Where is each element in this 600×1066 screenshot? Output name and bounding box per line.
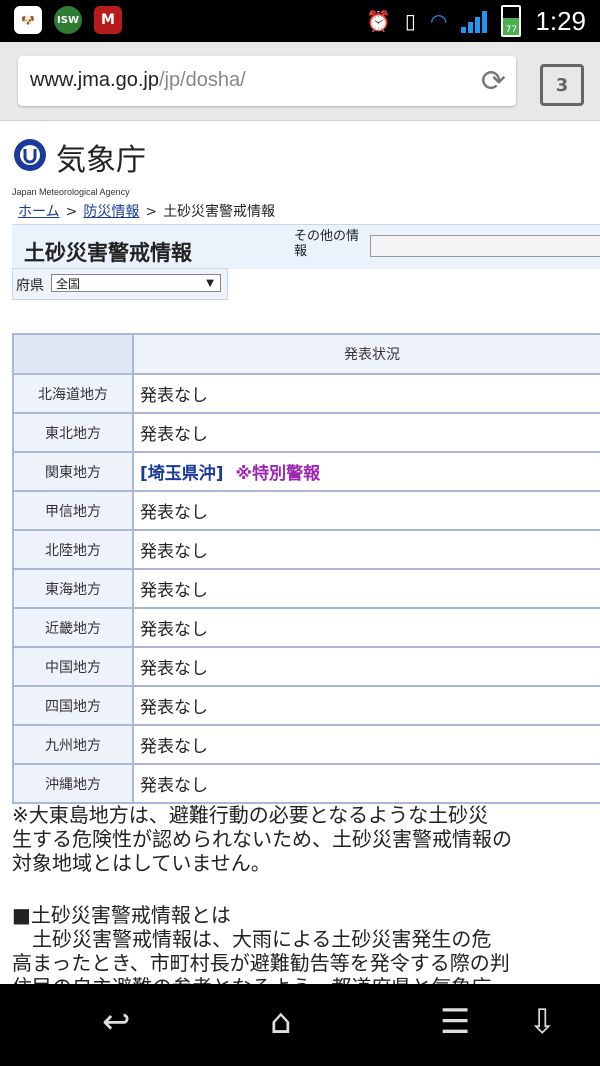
table-row: 北陸地方 発表なし: [12, 529, 600, 570]
clock: 1:29: [535, 5, 586, 36]
daitojima-note: ※大東島地方は、避難行動の必要となるような土砂災 生する危険性が認められないため…: [12, 803, 512, 875]
browser-toolbar: www.jma.go.jp/jp/dosha/ ⟳ 3: [0, 42, 600, 121]
table-row: 東北地方 発表なし: [12, 412, 600, 453]
tab-switcher-button[interactable]: 3: [540, 64, 584, 106]
special-warning-link[interactable]: ※特別警報: [236, 464, 321, 484]
menu-icon[interactable]: ☰: [440, 1002, 470, 1042]
table-row: 中国地方 発表なし: [12, 646, 600, 687]
back-icon[interactable]: ↩: [102, 1002, 131, 1042]
prefecture-selector: 府県 全国 ▼: [12, 268, 228, 300]
breadcrumb-current: 土砂災害警戒情報: [163, 204, 276, 220]
table-corner: [12, 333, 134, 375]
status-bar: 🐶 ISW M ⏰ ▯ ◠ 77 1:29: [0, 0, 600, 42]
table-row: 沖縄地方 発表なし: [12, 763, 600, 804]
logo-name: 気象庁: [56, 143, 146, 178]
isw-icon: ISW: [54, 6, 82, 34]
dog-icon: 🐶: [14, 6, 42, 34]
saitama-link[interactable]: [埼玉県沖]: [140, 464, 224, 484]
jma-logo-icon: [14, 139, 46, 171]
url-text[interactable]: www.jma.go.jp/jp/dosha/: [30, 69, 246, 92]
breadcrumb-disaster-link[interactable]: 防災情報: [83, 204, 139, 220]
home-icon[interactable]: ⌂: [270, 1002, 292, 1042]
table-row: 四国地方 発表なし: [12, 685, 600, 726]
reload-icon[interactable]: ⟳: [481, 64, 506, 99]
prefecture-select[interactable]: 全国 ▼: [51, 274, 221, 292]
table-row: 近畿地方 発表なし: [12, 607, 600, 648]
url-bar[interactable]: www.jma.go.jp/jp/dosha/ ⟳: [18, 56, 516, 106]
mcafee-icon: M: [94, 6, 122, 34]
section-title: ■土砂災害警戒情報とは: [12, 903, 231, 927]
page-title: 土砂災害警戒情報: [24, 241, 192, 265]
sim-icon: ▯: [404, 9, 416, 33]
signal-icon: [461, 9, 488, 33]
wifi-icon: ◠: [429, 9, 448, 33]
navigation-bar: ↩ ⌂ ☰ ⇩: [0, 984, 600, 1066]
breadcrumb: ホーム > 防災情報 > 土砂災害警戒情報: [18, 204, 276, 220]
alarm-icon: ⏰: [366, 9, 391, 33]
prefecture-label: 府県: [16, 278, 44, 294]
download-icon[interactable]: ⇩: [528, 1002, 557, 1042]
table-row: 北海道地方 発表なし: [12, 373, 600, 414]
table-row: 甲信地方 発表なし: [12, 490, 600, 531]
table-row: 東海地方 発表なし: [12, 568, 600, 609]
title-bar: 土砂災害警戒情報 その他の情報: [12, 224, 600, 269]
table-header-status: 発表状況: [132, 333, 600, 375]
table-row: 関東地方 [埼玉県沖] ※特別警報: [12, 451, 600, 492]
status-table: 発表状況 北海道地方 発表なし 東北地方 発表なし 関東地方 [埼玉県沖] ※特別警報 …: [12, 333, 600, 804]
web-page: 気象庁 Japan Meteorological Agency ホーム > 防災情報…: [0, 121, 600, 984]
dropdown-arrow-icon: ▼: [206, 278, 214, 289]
table-row: 九州地方 発表なし: [12, 724, 600, 765]
breadcrumb-home-link[interactable]: ホーム: [18, 204, 60, 220]
about-section: ■土砂災害警戒情報とは 土砂災害警戒情報は、大雨による土砂災害発生の危 高まった…: [12, 903, 600, 984]
logo-subtitle: Japan Meteorological Agency: [12, 187, 130, 197]
other-info-label: その他の情報: [294, 229, 360, 259]
other-info-select[interactable]: [370, 235, 600, 257]
battery-icon: 77: [501, 5, 522, 37]
